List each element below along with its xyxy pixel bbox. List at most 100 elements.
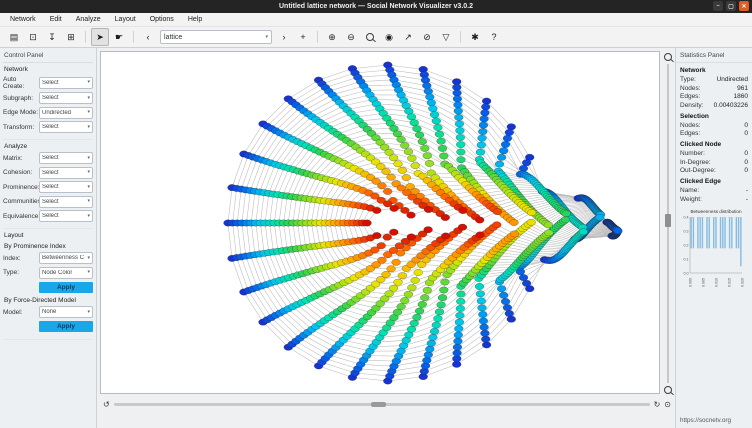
network-node[interactable] [415,132,424,138]
network-node[interactable] [398,273,407,279]
network-node[interactable] [415,308,424,314]
network-node[interactable] [459,207,468,213]
whats-this-help-button[interactable]: ? [485,28,503,46]
network-node[interactable] [410,320,419,326]
network-node[interactable] [425,94,434,100]
network-node[interactable] [414,269,423,275]
network-node[interactable] [424,227,433,233]
network-node[interactable] [476,291,485,297]
network-node[interactable] [561,217,570,223]
network-select-edge-mode[interactable]: Undirected▾ [39,107,93,119]
network-node[interactable] [432,322,441,328]
network-node[interactable] [407,326,416,332]
analyze-select-prominence[interactable]: Select▾ [39,181,93,193]
network-select-transform[interactable]: Select▾ [39,121,93,133]
menu-help[interactable]: Help [182,15,208,24]
pan-mode-button[interactable]: ☛ [110,28,128,46]
network-node[interactable] [397,136,406,142]
network-node[interactable] [372,232,381,238]
save-network-button[interactable]: ↧ [43,28,61,46]
filter-edges-button[interactable]: ▽ [437,28,455,46]
network-node[interactable] [389,229,398,235]
network-node[interactable] [457,149,466,155]
network-node[interactable] [420,145,429,151]
network-select-subgraph[interactable]: Select▾ [39,92,93,104]
network-node[interactable] [432,118,441,124]
network-node[interactable] [441,214,450,220]
rotate-right-icon[interactable]: ↻ [654,401,661,409]
apply-button-by-prominence-index[interactable]: Apply [39,282,93,293]
network-node[interactable] [423,153,432,159]
network-node[interactable] [378,257,387,263]
network-node[interactable] [389,155,398,161]
network-node[interactable] [418,138,427,144]
network-node[interactable] [510,219,519,225]
network-node[interactable] [527,219,536,225]
network-node[interactable] [424,206,433,212]
network-node[interactable] [456,305,465,311]
network-node[interactable] [527,209,536,215]
network-node[interactable] [482,98,491,104]
network-node[interactable] [475,283,484,289]
network-node[interactable] [407,234,416,240]
rotation-slider-handle[interactable] [371,402,386,407]
maximize-button[interactable]: ▢ [726,1,736,11]
network-node[interactable] [501,298,510,304]
network-node[interactable] [495,161,504,167]
analyze-select-communities[interactable]: Select▾ [39,196,93,208]
network-node[interactable] [377,243,386,249]
network-node[interactable] [424,352,433,358]
analyze-select-equivalence[interactable]: Select▾ [39,210,93,222]
analyze-select-matrix[interactable]: Select▾ [39,152,93,164]
network-node[interactable] [372,207,381,213]
network-node[interactable] [476,232,485,238]
network-node[interactable] [505,129,514,135]
network-node[interactable] [434,124,443,130]
network-node[interactable] [455,121,464,127]
network-node[interactable] [427,340,436,346]
network-node[interactable] [481,104,490,110]
network-node[interactable] [453,344,462,350]
network-node[interactable] [478,128,487,134]
rotation-slider[interactable] [114,403,650,406]
network-node[interactable] [429,105,438,111]
network-node[interactable] [458,224,467,230]
network-node[interactable] [408,284,417,290]
network-node[interactable] [579,229,588,235]
network-node[interactable] [456,312,465,318]
network-node[interactable] [453,96,462,102]
network-node[interactable] [422,82,431,88]
network-node[interactable] [475,217,484,223]
settings-button[interactable]: ✱ [466,28,484,46]
network-node[interactable] [398,167,407,173]
network-node[interactable] [378,183,387,189]
apply-button-by-force-directed-model[interactable]: Apply [39,321,93,332]
add-node-button[interactable]: ⊕ [323,28,341,46]
network-canvas[interactable] [100,51,660,394]
network-node[interactable] [427,100,436,106]
network-node[interactable] [453,350,462,356]
network-node[interactable] [452,356,461,362]
network-node[interactable] [438,294,447,300]
network-node[interactable] [455,319,464,325]
add-relation-button[interactable]: + [294,28,312,46]
network-node[interactable] [456,127,465,133]
network-node[interactable] [413,314,422,320]
network-node[interactable] [493,208,502,214]
remove-edge-button[interactable]: ⊘ [418,28,436,46]
network-node[interactable] [481,330,490,336]
network-node[interactable] [507,124,516,130]
network-node[interactable] [418,301,427,307]
network-node[interactable] [454,325,463,331]
zoom-slider-handle[interactable] [665,214,671,227]
network-node[interactable] [454,338,463,344]
network-node[interactable] [413,126,422,132]
network-node[interactable] [454,108,463,114]
network-node[interactable] [497,154,506,160]
network-node[interactable] [404,291,413,297]
network-node[interactable] [422,357,431,363]
network-node[interactable] [505,310,514,316]
network-node[interactable] [439,287,448,293]
network-node[interactable] [497,286,506,292]
menu-edit[interactable]: Edit [44,15,68,24]
